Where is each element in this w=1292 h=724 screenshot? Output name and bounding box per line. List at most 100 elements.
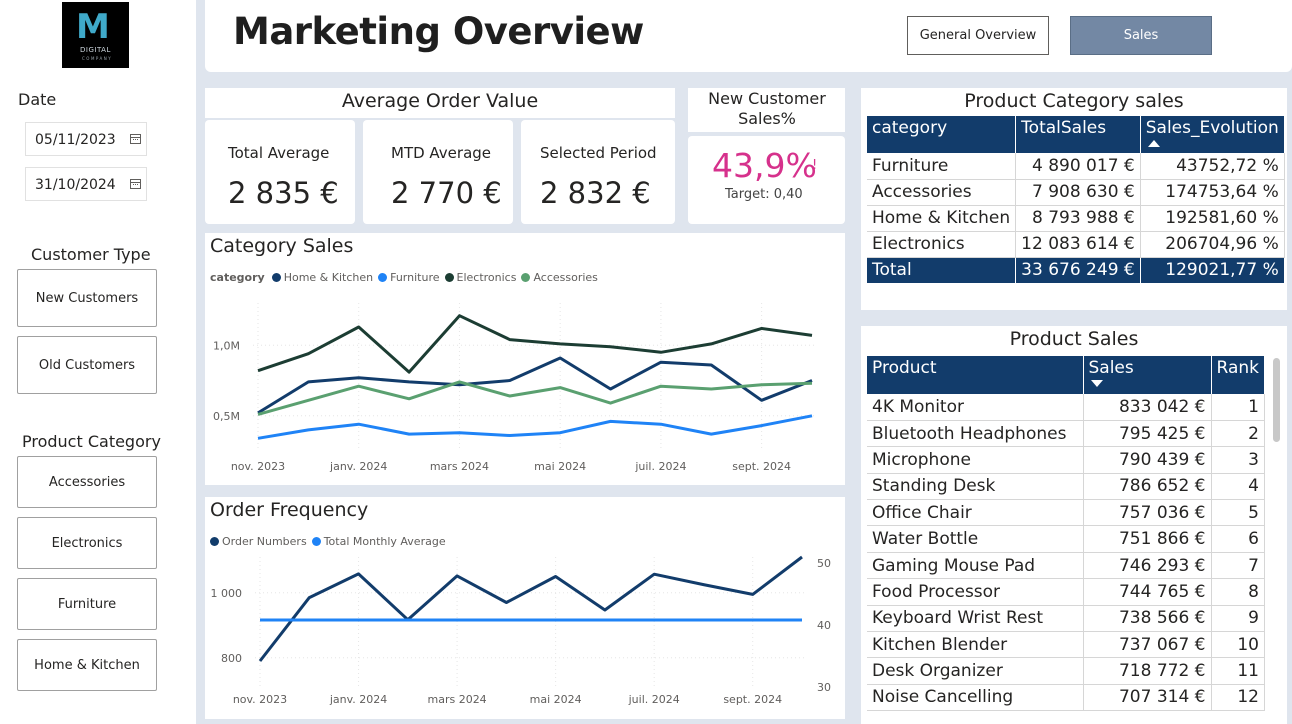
- table-row[interactable]: Keyboard Wrist Rest 738 566 €9: [867, 605, 1265, 633]
- slicer-old-customers[interactable]: Old Customers: [17, 336, 157, 394]
- slicer-new-customers[interactable]: New Customers: [17, 269, 157, 327]
- y-tick-label: 1 000: [211, 587, 243, 600]
- table-row[interactable]: Electronics 12 083 614 € 206704,96 %: [867, 231, 1285, 258]
- table-row[interactable]: Desk Organizer 718 772 €11: [867, 657, 1265, 685]
- table-row[interactable]: Office Chair 757 036 €5: [867, 499, 1265, 527]
- table-cell: 746 293 €: [1083, 552, 1212, 580]
- table-cell: Gaming Mouse Pad: [867, 552, 1084, 580]
- new-customer-value: 43,9%: [712, 146, 817, 185]
- table-cell: 790 439 €: [1083, 446, 1212, 474]
- table-cell: 10: [1211, 631, 1265, 659]
- slicer-furniture[interactable]: Furniture: [17, 578, 157, 630]
- x-tick-label: juil. 2024: [634, 460, 686, 473]
- slicer-electronics[interactable]: Electronics: [17, 517, 157, 569]
- page-title: Marketing Overview: [233, 10, 644, 53]
- table-cell: 7: [1211, 552, 1265, 580]
- table-row[interactable]: Food Processor 744 765 €8: [867, 578, 1265, 606]
- scrollbar-thumb[interactable]: [1273, 358, 1280, 442]
- y-tick-label: 800: [221, 652, 242, 665]
- table-cell: 786 652 €: [1083, 473, 1212, 501]
- kpi-value: 2 832 €: [540, 176, 651, 210]
- sort-descending-icon: [1090, 380, 1103, 387]
- kpi-card-mtd: MTD Average 2 770 €: [363, 120, 513, 224]
- table-cell: Accessories: [867, 179, 1017, 206]
- column-header[interactable]: Product: [867, 356, 1084, 394]
- table-cell: Furniture: [867, 153, 1017, 180]
- kpi-card-total: Total Average 2 835 €: [205, 120, 355, 224]
- general-overview-button[interactable]: General Overview: [907, 16, 1049, 55]
- table-row[interactable]: Furniture 4 890 017 € 43752,72 %: [867, 153, 1285, 180]
- calendar-icon[interactable]: [130, 134, 141, 144]
- table-cell: 7 908 630 €: [1015, 179, 1141, 206]
- date-start-value: 05/11/2023: [35, 132, 116, 148]
- kpi-value: 2 835 €: [228, 176, 339, 210]
- aov-title: Average Order Value: [341, 90, 539, 112]
- y-tick-label: 1,0M: [213, 339, 240, 352]
- category-sales-card: Product Category sales category TotalSal…: [861, 88, 1287, 310]
- category-sales-chart[interactable]: 0,5M 1,0M nov. 2023 janv. 2024 mars 2024 mai …: [205, 233, 845, 485]
- series-line[interactable]: [257, 414, 813, 440]
- table-cell: Noise Cancelling: [867, 684, 1084, 712]
- table-row[interactable]: Home & Kitchen 8 793 988 € 192581,60 %: [867, 205, 1285, 232]
- date-start-input[interactable]: 05/11/2023: [25, 122, 147, 156]
- table-cell: 3: [1211, 446, 1265, 474]
- table-cell: Office Chair: [867, 499, 1084, 527]
- table-row[interactable]: Gaming Mouse Pad 746 293 €7: [867, 552, 1265, 580]
- y-tick-label: 0,5M: [213, 410, 240, 423]
- x-tick-label: mai 2024: [534, 460, 586, 473]
- column-header[interactable]: category: [867, 116, 1017, 153]
- table-cell: 33 676 249 €: [1015, 257, 1141, 284]
- date-end-value: 31/10/2024: [35, 177, 116, 193]
- table-cell: Home & Kitchen: [867, 205, 1017, 232]
- series-line[interactable]: [258, 555, 803, 662]
- date-end-input[interactable]: 31/10/2024: [25, 167, 147, 201]
- table-row[interactable]: Kitchen Blender 737 067 €10: [867, 631, 1265, 659]
- table-row[interactable]: Bluetooth Headphones 795 425 €2: [867, 420, 1265, 448]
- table-cell: 757 036 €: [1083, 499, 1212, 527]
- series-line[interactable]: [257, 314, 813, 374]
- table-row[interactable]: Standing Desk 786 652 €4: [867, 473, 1265, 501]
- table-cell: 707 314 €: [1083, 684, 1212, 712]
- product-table-body: 4K Monitor 833 042 €1 Bluetooth Headphones…: [867, 394, 1265, 712]
- series-line[interactable]: [257, 356, 813, 415]
- x-tick-label: janv. 2024: [329, 460, 387, 473]
- category-table-title: Product Category sales: [964, 90, 1184, 112]
- logo-subtext: COMPANY: [82, 56, 113, 61]
- table-row[interactable]: Microphone 790 439 €3: [867, 446, 1265, 474]
- product-table-title: Product Sales: [1009, 328, 1139, 350]
- y2-tick-label: 30: [817, 681, 831, 694]
- slicer-home-kitchen[interactable]: Home & Kitchen: [17, 639, 157, 691]
- table-row[interactable]: Noise Cancelling 707 314 €12: [867, 684, 1265, 712]
- x-tick-label: sept. 2024: [723, 693, 782, 706]
- category-sales-table: category TotalSales Sales_Evolution Furn…: [867, 116, 1285, 284]
- sales-button[interactable]: Sales: [1070, 16, 1212, 55]
- order-frequency-chart-card: Order Frequency Order Numbers Total Mont…: [205, 497, 845, 719]
- logo-mark: M: [76, 7, 110, 47]
- column-header[interactable]: Rank: [1211, 356, 1265, 394]
- column-header[interactable]: TotalSales: [1015, 116, 1141, 153]
- table-cell: 9: [1211, 605, 1265, 633]
- table-row[interactable]: Accessories 7 908 630 € 174753,64 %: [867, 179, 1285, 206]
- kpi-label: Total Average: [228, 144, 330, 162]
- table-row[interactable]: Water Bottle 751 866 €6: [867, 525, 1265, 553]
- table-row[interactable]: 4K Monitor 833 042 €1: [867, 394, 1265, 421]
- table-cell: Standing Desk: [867, 473, 1084, 501]
- date-filter-label: Date: [18, 90, 57, 109]
- kpi-card-period: Selected Period 2 832 €: [521, 120, 675, 224]
- x-tick-label: nov. 2023: [231, 460, 285, 473]
- column-header-label: Sales_Evolution: [1145, 118, 1279, 138]
- table-cell: 174753,64 %: [1140, 179, 1285, 206]
- order-frequency-chart[interactable]: 800 1 000 30 40 50 nov. 2023 janv. 2024 mars 20…: [205, 497, 845, 719]
- table-cell: Electronics: [867, 231, 1017, 258]
- column-header-sorted[interactable]: Sales: [1083, 356, 1212, 394]
- table-cell: 4: [1211, 473, 1265, 501]
- table-cell: Kitchen Blender: [867, 631, 1084, 659]
- table-cell: 5: [1211, 499, 1265, 527]
- series-line[interactable]: [257, 380, 813, 416]
- table-cell: Water Bottle: [867, 525, 1084, 553]
- slicer-accessories[interactable]: Accessories: [17, 456, 157, 508]
- column-header-sorted[interactable]: Sales_Evolution: [1140, 116, 1285, 153]
- x-tick-label: mars 2024: [427, 693, 486, 706]
- calendar-icon[interactable]: [130, 179, 141, 189]
- column-header-label: Sales: [1088, 358, 1134, 378]
